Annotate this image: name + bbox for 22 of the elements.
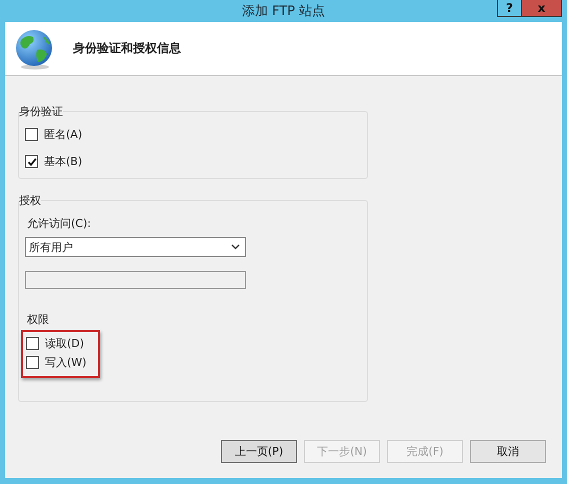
globe-icon: [13, 28, 55, 70]
caret-icon: [231, 244, 240, 250]
close-button[interactable]: x: [522, 0, 562, 17]
access-dropdown[interactable]: 所有用户: [25, 237, 246, 257]
field-label: 权限: [27, 312, 50, 327]
checkbox[interactable]: [25, 128, 38, 141]
checkbox[interactable]: [26, 356, 39, 369]
checkbox-label[interactable]: 读取(D): [45, 336, 84, 351]
window-title: 添加 FTP 站点: [242, 3, 326, 20]
group-label: 授权: [19, 193, 41, 208]
checkbox-label[interactable]: 写入(W): [45, 355, 86, 370]
dialog-button[interactable]: 取消: [470, 440, 546, 463]
checkbox[interactable]: [26, 337, 39, 350]
page-title: 身份验证和授权信息: [73, 40, 181, 57]
dialog-button[interactable]: 上一页(P): [221, 440, 297, 463]
checkbox-label[interactable]: 基本(B): [44, 154, 82, 169]
group-label: 身份验证: [19, 104, 63, 119]
input-field[interactable]: [25, 271, 246, 289]
checkbox[interactable]: [25, 155, 38, 168]
help-button[interactable]: ?: [497, 0, 522, 17]
checkbox-label[interactable]: 匿名(A): [44, 127, 82, 142]
field-label: 允许访问(C):: [27, 216, 92, 231]
